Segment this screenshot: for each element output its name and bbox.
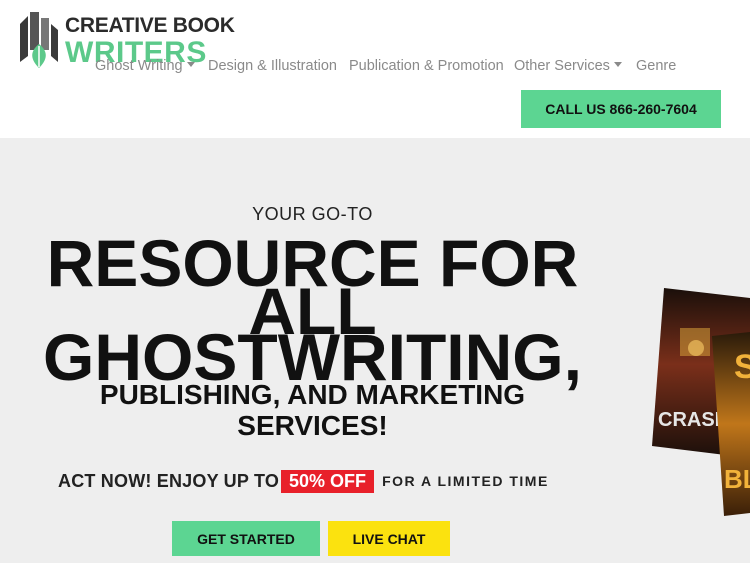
hero-subhead-line1: PUBLISHING, AND MARKETING: [99, 379, 526, 410]
book-cover-bottom-text: BLO: [724, 464, 750, 494]
hero-subhead-line2: SERVICES!: [237, 409, 388, 441]
book-cover-letter: S: [734, 348, 750, 386]
call-us-button[interactable]: CALL US 866-260-7604: [521, 90, 721, 128]
nav-item-label: Other Services: [514, 58, 610, 74]
live-chat-button[interactable]: LIVE CHAT: [328, 521, 450, 556]
nav-item-design-illustration[interactable]: Design & Illustration: [208, 58, 337, 74]
caret-down-icon: [613, 61, 622, 67]
nav-item-label: Genre: [636, 58, 677, 74]
hero-subhead: PUBLISHING, AND MARKETING SERVICES!: [0, 379, 625, 442]
offer-banner: ACT NOW! ENJOY UP TO 50% OFF FOR A LIMIT…: [58, 469, 549, 493]
nav-item-label: Design & Illustration: [208, 58, 337, 74]
nav-item-label: Publication & Promotion: [349, 58, 504, 74]
hero-eyebrow: YOUR GO-TO: [252, 204, 373, 224]
nav-item-label: Ghost Writing: [95, 58, 183, 74]
discount-badge: 50% OFF: [281, 469, 375, 493]
nav-item-publication-promotion[interactable]: Publication & Promotion: [349, 58, 504, 74]
nav-item-other-services[interactable]: Other Services: [514, 58, 622, 74]
book-building-logo-icon: [20, 12, 58, 68]
caret-down-icon: [186, 61, 195, 67]
offer-lead-text: ACT NOW! ENJOY UP TO: [58, 470, 280, 491]
site-header: CREATIVE BOOK WRITERS Ghost Writing Desi…: [0, 0, 750, 138]
nav-item-genre[interactable]: Genre: [636, 58, 676, 74]
get-started-button[interactable]: GET STARTED: [172, 521, 320, 556]
hero-section: YOUR GO-TO RESOURCE FOR ALL GHOSTWRITING…: [0, 138, 750, 563]
nav-item-ghost-writing[interactable]: Ghost Writing: [95, 58, 195, 74]
offer-tail-text: FOR A LIMITED TIME: [382, 473, 549, 489]
logo-text-top: CREATIVE BOOK: [65, 14, 235, 37]
book-covers-image: CRASH S BLO: [652, 288, 750, 516]
